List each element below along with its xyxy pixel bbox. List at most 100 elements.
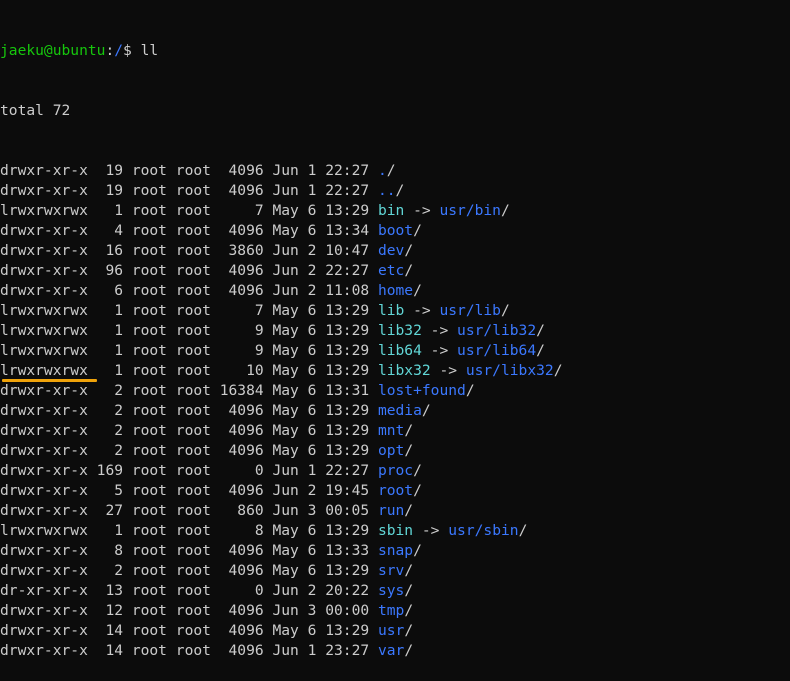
entry-link-count: 1 [114,522,124,539]
listing-row: lrwxrwxrwx 1 root root 9 May 6 13:29 lib… [0,342,545,359]
entry-time: 13:29 [325,522,370,539]
entry-permissions: drwxr-xr-x [0,482,88,499]
entry-time: 22:27 [325,462,370,479]
entry-owner: root [131,342,167,359]
listing-row: drwxr-xr-x 5 root root 4096 Jun 2 19:45 … [0,482,422,499]
entry-group: root [175,462,211,479]
entry-link-target: usr/lib32 [457,322,537,339]
entry-day: 6 [307,322,317,339]
listing-row: drwxr-xr-x 27 root root 860 Jun 3 00:05 … [0,502,414,519]
entry-link-count: 2 [114,402,124,419]
entry-size: 4096 [228,402,264,419]
prompt-line: jaeku@ubuntu:/$ ll [0,41,790,61]
total-line: total 72 [0,102,71,119]
entry-day: 2 [307,282,317,299]
entry-owner: root [131,162,167,179]
entry-link-target: usr/lib [439,302,501,319]
listing-row: drwxr-xr-x 2 root root 4096 May 6 13:29 … [0,442,414,459]
entry-owner: root [131,482,167,499]
entry-day: 6 [307,362,317,379]
entry-group: root [175,542,211,559]
entry-name: var [377,642,405,659]
entry-owner: root [131,642,167,659]
entry-day: 2 [307,482,317,499]
prompt-command: ll [140,42,159,59]
entry-month: May [272,542,299,559]
entry-name: boot [377,222,414,239]
entry-size: 4096 [228,162,264,179]
entry-link-count: 1 [114,362,124,379]
entry-group: root [175,482,211,499]
entry-link-count: 14 [105,622,124,639]
listing-row: drwxr-xr-x 2 root root 4096 May 6 13:29 … [0,402,431,419]
entry-day: 6 [307,442,317,459]
entry-link-target: usr/bin [439,202,501,219]
entry-time: 19:45 [325,482,370,499]
entry-day: 1 [307,462,317,479]
listing-row: drwxr-xr-x 14 root root 4096 Jun 1 23:27… [0,642,414,659]
entry-month: May [272,342,299,359]
entry-permissions: drwxr-xr-x [0,422,88,439]
entry-month: May [272,522,299,539]
entry-month: Jun [272,182,299,199]
entry-day: 2 [307,262,317,279]
entry-group: root [175,522,211,539]
entry-time: 13:29 [325,362,370,379]
entry-permissions: drwxr-xr-x [0,242,88,259]
listing-row: drwxr-xr-x 6 root root 4096 Jun 2 11:08 … [0,282,422,299]
entry-time: 13:29 [325,442,370,459]
entry-size: 3860 [228,242,264,259]
entry-name: root [377,482,414,499]
entry-size: 4096 [228,442,264,459]
entry-link-count: 1 [114,302,124,319]
terminal-window[interactable]: jaeku@ubuntu:/$ ll total 72 drwxr-xr-x 1… [0,1,790,659]
entry-link-count: 6 [114,282,124,299]
entry-month: May [272,562,299,579]
entry-time: 10:47 [325,242,370,259]
entry-permissions: drwxr-xr-x [0,602,88,619]
entry-month: May [272,362,299,379]
entry-month: May [272,382,299,399]
entry-permissions: drwxr-xr-x [0,222,88,239]
entry-day: 3 [307,502,317,519]
entry-name: lib64 [377,342,422,359]
entry-month: Jun [272,582,299,599]
entry-group: root [175,202,211,219]
entry-name: proc [377,462,414,479]
entry-name: dev [377,242,405,259]
entry-link-count: 1 [114,202,124,219]
entry-link-count: 2 [114,422,124,439]
entry-permissions: drwxr-xr-x [0,442,88,459]
entry-group: root [175,262,211,279]
entry-owner: root [131,542,167,559]
entry-group: root [175,342,211,359]
entry-group: root [175,442,211,459]
entry-time: 13:29 [325,322,370,339]
entry-size: 4096 [228,262,264,279]
entry-month: May [272,442,299,459]
entry-month: Jun [272,482,299,499]
entry-link-target: usr/sbin [448,522,519,539]
entry-day: 1 [307,182,317,199]
entry-owner: root [131,442,167,459]
entry-group: root [175,422,211,439]
entry-link-count: 27 [105,502,124,519]
entry-link-count: 19 [105,162,124,179]
entry-permissions: drwxr-xr-x [0,402,88,419]
entry-owner: root [131,182,167,199]
entry-day: 6 [307,222,317,239]
entry-permissions: drwxr-xr-x [0,622,88,639]
entry-group: root [175,402,211,419]
entry-owner: root [131,202,167,219]
entry-link-target: usr/lib64 [457,342,537,359]
entry-owner: root [131,562,167,579]
entry-month: Jun [272,502,299,519]
entry-link-count: 5 [114,482,124,499]
entry-permissions: drwxr-xr-x [0,502,88,519]
entry-group: root [175,602,211,619]
entry-owner: root [131,262,167,279]
entry-day: 6 [307,622,317,639]
entry-month: Jun [272,642,299,659]
entry-group: root [175,562,211,579]
entry-size: 9 [254,342,264,359]
